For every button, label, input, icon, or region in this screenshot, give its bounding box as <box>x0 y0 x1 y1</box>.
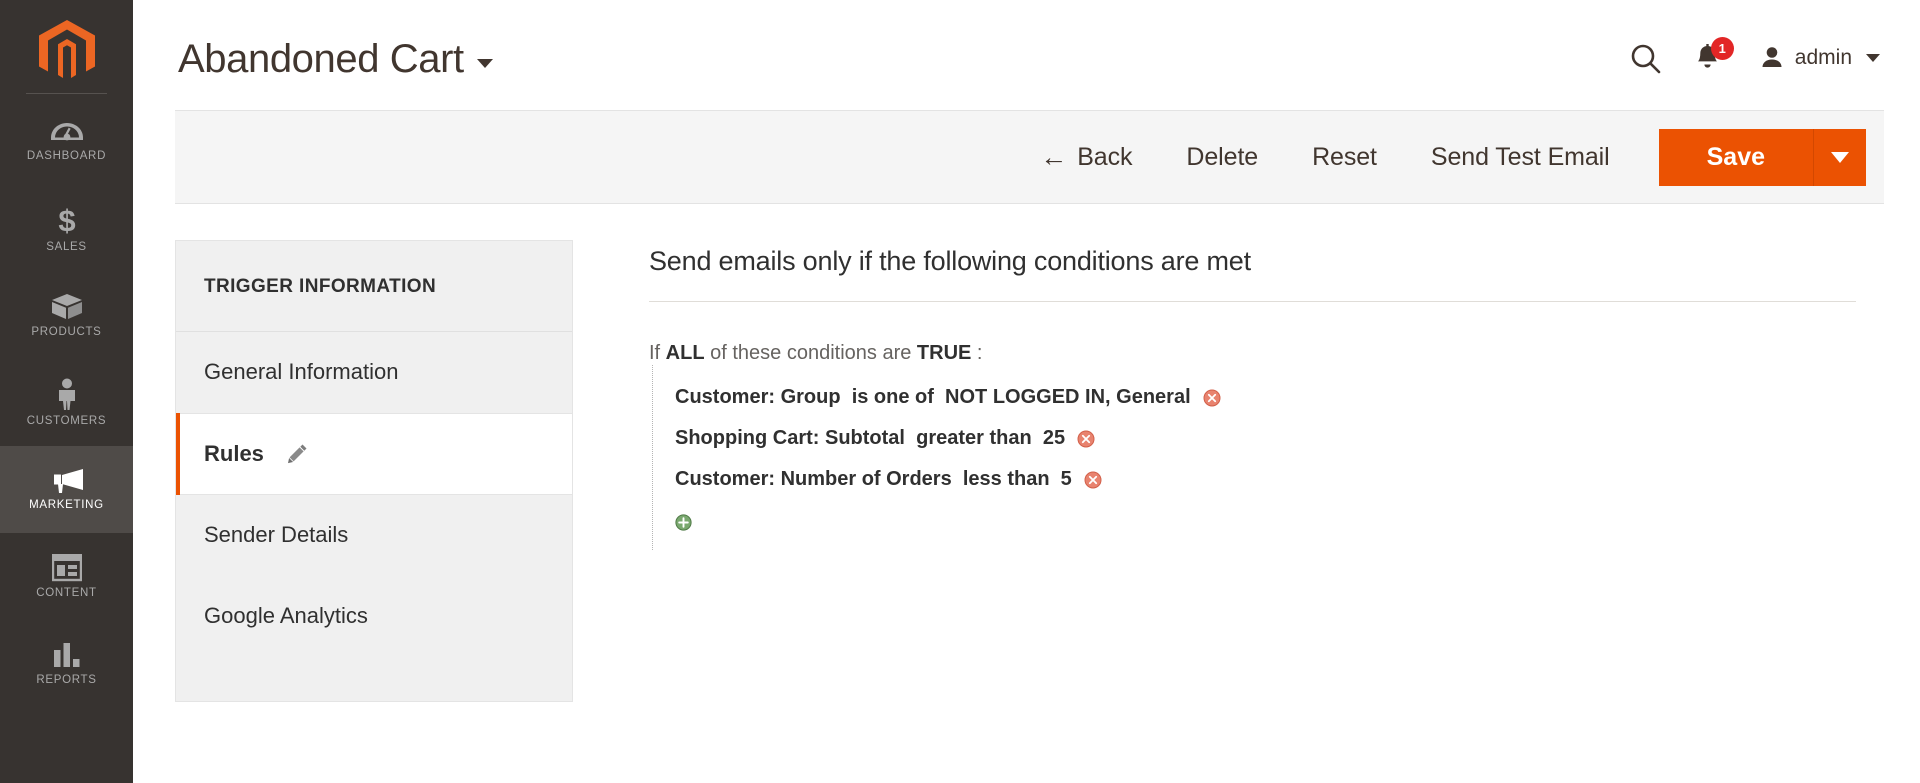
save-dropdown-button[interactable] <box>1814 128 1866 186</box>
sidebar-item-marketing[interactable]: Marketing <box>0 446 133 533</box>
sidebar-item-label: Products <box>31 326 102 338</box>
header-actions: 1 admin <box>1615 26 1880 84</box>
page-title: Abandoned Cart <box>178 31 493 79</box>
main-area: Abandoned Cart 1 admin ← Back Delete Res… <box>133 0 1920 783</box>
panel-item-label: Google Analytics <box>204 603 368 628</box>
add-glyph <box>675 514 692 531</box>
condition-value[interactable]: 25 <box>1043 427 1065 450</box>
condition-value[interactable]: NOT LOGGED IN, General <box>945 386 1191 409</box>
page-content: Trigger Information General Information … <box>133 204 1920 702</box>
dashboard-icon <box>50 123 83 141</box>
delete-glyph <box>1203 389 1221 406</box>
main-sidebar: Dashboard $ Sales Products Customers <box>0 0 133 783</box>
trigger-information-panel: Trigger Information General Information … <box>175 240 573 702</box>
sidebar-item-products[interactable]: Products <box>0 272 133 359</box>
search-icon <box>1631 44 1661 73</box>
sidebar-item-label: Sales <box>46 241 87 253</box>
panel-item-google-analytics[interactable]: Google Analytics <box>176 576 572 657</box>
add-circle-icon[interactable] <box>675 514 692 531</box>
bar-chart-icon <box>53 643 79 667</box>
notifications-button[interactable]: 1 <box>1677 32 1739 84</box>
pencil-glyph <box>287 444 307 464</box>
save-split-button: Save <box>1658 128 1866 186</box>
if-middle: of these conditions are <box>704 342 917 364</box>
condition-operator[interactable]: is one of <box>852 386 934 409</box>
dollar-icon: $ <box>58 204 75 236</box>
panel-item-label: Sender Details <box>204 522 349 547</box>
conditions-aggregator-line: If ALL of these conditions are TRUE : <box>649 342 1884 365</box>
megaphone-icon <box>53 469 83 493</box>
delete-glyph <box>1084 471 1102 488</box>
condition-attribute[interactable]: Customer: Group <box>675 386 841 409</box>
arrow-left-icon: ← <box>1040 141 1068 172</box>
if-suffix: : <box>971 342 983 364</box>
delete-circle-icon[interactable] <box>1077 430 1095 448</box>
pencil-icon[interactable] <box>286 443 308 465</box>
panel-item-sender-details[interactable]: Sender Details <box>176 495 572 576</box>
condition-row: Shopping Cart: Subtotal greater than 25 <box>653 418 1884 459</box>
if-prefix: If <box>649 342 666 364</box>
delete-circle-icon[interactable] <box>1203 389 1221 407</box>
delete-button[interactable]: Delete <box>1159 143 1285 172</box>
panel-item-label: General Information <box>204 359 399 384</box>
panel-title: Trigger Information <box>176 241 572 332</box>
send-test-email-button[interactable]: Send Test Email <box>1404 143 1637 172</box>
sidebar-item-label: Customers <box>26 415 107 427</box>
sidebar-item-customers[interactable]: Customers <box>0 359 133 446</box>
back-button[interactable]: ← Back <box>1040 143 1159 172</box>
condition-operator[interactable]: greater than <box>916 427 1032 450</box>
aggregator-link[interactable]: ALL <box>666 342 705 364</box>
rules-section: Send emails only if the following condit… <box>573 240 1884 702</box>
condition-row: Customer: Number of Orders less than 5 <box>653 459 1884 500</box>
notification-badge: 1 <box>1710 37 1734 60</box>
layout-icon <box>51 554 82 582</box>
bell-wrapper: 1 <box>1685 35 1734 81</box>
sidebar-item-label: Reports <box>36 674 97 686</box>
condition-value[interactable]: 5 <box>1061 468 1072 491</box>
svg-text:$: $ <box>58 204 75 236</box>
save-button[interactable]: Save <box>1658 128 1814 186</box>
page-actions-toolbar: ← Back Delete Reset Send Test Email Save <box>175 110 1884 204</box>
condition-operator[interactable]: less than <box>963 468 1050 491</box>
user-avatar-icon <box>1762 47 1782 67</box>
reset-button[interactable]: Reset <box>1285 143 1404 172</box>
admin-page: Dashboard $ Sales Products Customers <box>0 0 1920 783</box>
user-menu[interactable]: admin <box>1759 45 1880 71</box>
magento-logo-icon <box>38 20 95 78</box>
chevron-down-icon[interactable] <box>476 58 493 68</box>
page-header: Abandoned Cart 1 admin <box>133 0 1920 110</box>
panel-item-rules[interactable]: Rules <box>176 413 572 495</box>
rules-heading: Send emails only if the following condit… <box>649 246 1856 302</box>
user-name: admin <box>1794 46 1852 69</box>
person-icon <box>58 378 75 410</box>
sidebar-item-label: Marketing <box>29 499 104 511</box>
search-button[interactable] <box>1615 32 1677 84</box>
condition-attribute[interactable]: Customer: Number of Orders <box>675 468 952 491</box>
sidebar-item-sales[interactable]: $ Sales <box>0 185 133 272</box>
add-condition-row <box>653 500 1884 540</box>
sidebar-item-label: Dashboard <box>26 150 107 162</box>
sidebar-item-content[interactable]: Content <box>0 533 133 620</box>
sidebar-item-reports[interactable]: Reports <box>0 620 133 707</box>
condition-row: Customer: Group is one of NOT LOGGED IN,… <box>653 377 1884 418</box>
box-icon <box>51 294 82 319</box>
condition-attribute[interactable]: Shopping Cart: Subtotal <box>675 427 905 450</box>
chevron-down-icon[interactable] <box>1866 54 1880 62</box>
truth-value-link[interactable]: TRUE <box>917 342 971 364</box>
conditions-list: Customer: Group is one of NOT LOGGED IN,… <box>652 365 1884 550</box>
panel-item-general-information[interactable]: General Information <box>176 332 572 413</box>
page-title-text: Abandoned Cart <box>178 37 464 81</box>
chevron-down-icon <box>1831 151 1849 163</box>
panel-item-label: Rules <box>204 441 264 466</box>
logo-divider <box>26 93 107 94</box>
delete-glyph <box>1077 430 1095 447</box>
delete-circle-icon[interactable] <box>1084 471 1102 489</box>
sidebar-item-label: Content <box>36 587 97 599</box>
magento-logo[interactable] <box>0 8 133 94</box>
sidebar-item-dashboard[interactable]: Dashboard <box>0 98 133 185</box>
back-button-label: Back <box>1077 142 1133 171</box>
